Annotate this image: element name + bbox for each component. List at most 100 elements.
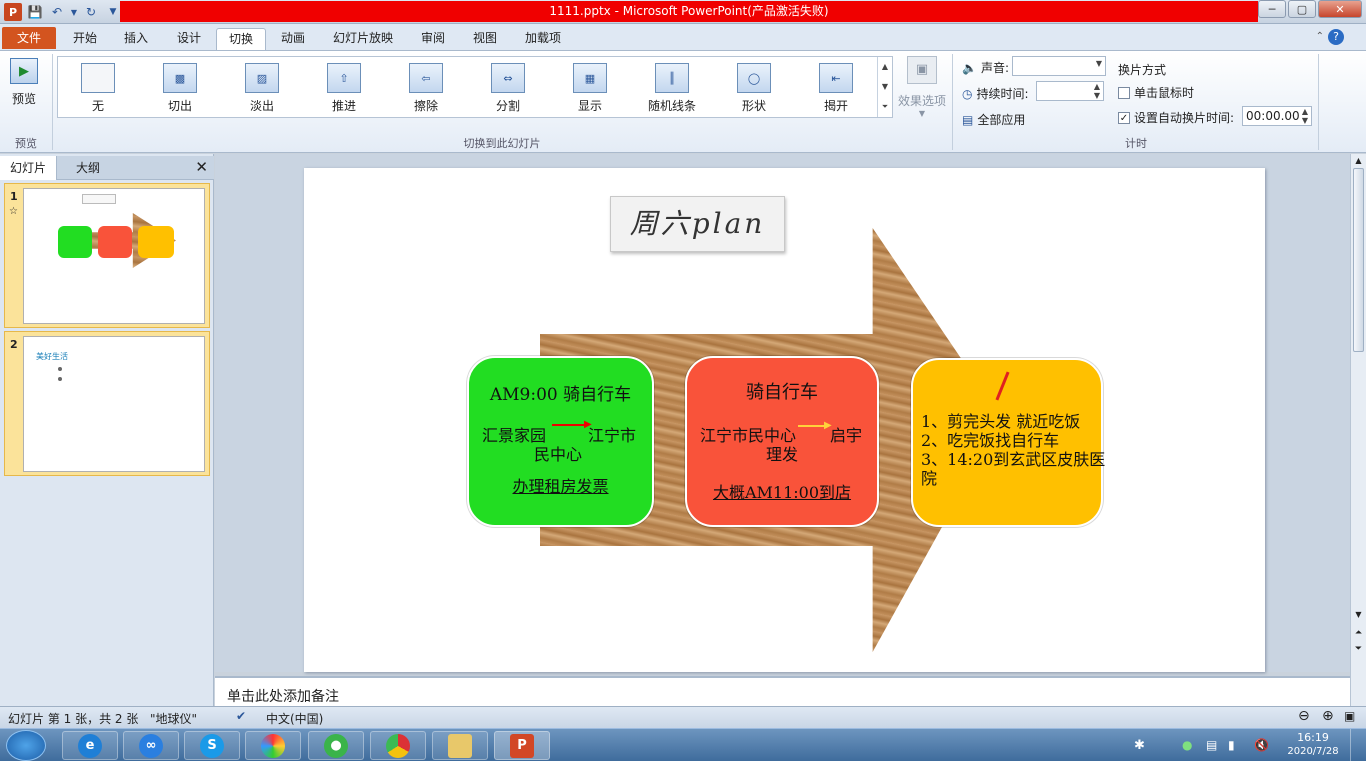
redo-icon[interactable]: ↻ <box>82 3 100 21</box>
advance-slide-title: 换片方式 <box>1118 63 1167 77</box>
effect-options-label: 效果选项 <box>897 94 946 108</box>
taskbar-explorer[interactable] <box>432 731 488 760</box>
tab-addins[interactable]: 加载项 <box>514 28 572 50</box>
volume-icon[interactable]: 🔇 <box>1254 738 1269 752</box>
transition-push[interactable]: ⇧ 推进 <box>304 57 384 117</box>
gallery-down-icon[interactable]: ▼ <box>882 82 888 91</box>
transition-none[interactable]: 无 <box>58 57 138 117</box>
auto-advance-checkbox[interactable]: ✓ <box>1118 111 1130 124</box>
tab-design[interactable]: 设计 <box>164 28 214 50</box>
taskbar-wechat[interactable]: ● <box>308 731 364 760</box>
scroll-up-icon[interactable]: ▲ <box>1351 156 1366 165</box>
auto-advance-option[interactable]: ✓ 设置自动换片时间: <box>1118 109 1234 126</box>
zoom-in-icon[interactable]: ⊕ <box>1322 708 1334 724</box>
language-indicator[interactable]: 中文(中国) <box>266 710 323 727</box>
preview-button[interactable]: ▶ 预览 <box>8 58 40 107</box>
maximize-button[interactable]: ▢ <box>1288 0 1316 18</box>
slide-thumbnail-1[interactable]: 1 ☆ <box>4 183 210 328</box>
gallery-up-icon[interactable]: ▲ <box>882 62 888 71</box>
start-button[interactable] <box>6 730 46 761</box>
taskbar-sogou[interactable]: S <box>184 731 240 760</box>
tab-view[interactable]: 视图 <box>460 28 510 50</box>
transition-reveal[interactable]: ▦ 显示 <box>550 57 630 117</box>
vertical-scrollbar[interactable]: ▲ ▼ ⏶ ⏷ <box>1350 154 1366 706</box>
close-button[interactable]: ✕ <box>1318 0 1362 18</box>
duration-spinner[interactable]: ▲ ▼ <box>1036 81 1104 101</box>
on-click-checkbox[interactable] <box>1118 86 1130 99</box>
fit-to-window-icon[interactable]: ▣ <box>1344 709 1355 723</box>
transition-wipe[interactable]: ⇦ 擦除 <box>386 57 466 117</box>
taskbar-chrome[interactable] <box>370 731 426 760</box>
theme-name: "地球仪" <box>150 712 198 726</box>
help-icon[interactable]: ? <box>1328 29 1344 45</box>
transition-fade[interactable]: ▨ 淡出 <box>222 57 302 117</box>
transition-shape-icon: ◯ <box>737 63 771 93</box>
taskbar-app-ball[interactable] <box>245 731 301 760</box>
group-divider <box>952 54 953 150</box>
bluetooth-icon[interactable]: ✱ <box>1134 738 1145 753</box>
transition-split-icon: ⇔ <box>491 63 525 93</box>
slide-thumbnail-2[interactable]: 2 美好生活 <box>4 331 210 476</box>
internet-explorer-icon: e <box>78 733 102 758</box>
taskbar-ie[interactable]: e <box>62 731 118 760</box>
tab-transitions[interactable]: 切换 <box>216 28 266 50</box>
transition-random-bars[interactable]: ║ 随机线条 <box>632 57 712 117</box>
thumbnail-image: 美好生活 <box>23 336 205 472</box>
thumbnail-number: 1 <box>10 190 18 203</box>
tab-home[interactable]: 开始 <box>60 28 110 50</box>
notes-pane[interactable]: 单击此处添加备注 <box>215 676 1350 706</box>
tab-outline[interactable]: 大纲 <box>66 156 110 180</box>
tab-animations[interactable]: 动画 <box>268 28 318 50</box>
taskbar-baidu-netdisk[interactable]: ∞ <box>123 731 179 760</box>
apply-all-button[interactable]: ▤ 全部应用 <box>962 111 1025 128</box>
on-mouse-click-option[interactable]: 单击鼠标时 <box>1118 84 1194 101</box>
powerpoint-app-icon[interactable]: P <box>4 3 22 21</box>
clipboard-tray-icon[interactable]: ▤ <box>1206 738 1217 752</box>
next-slide-icon[interactable]: ⏷ <box>1351 644 1366 654</box>
transition-none-icon <box>81 63 115 93</box>
scroll-down-icon[interactable]: ▼ <box>1351 610 1366 619</box>
network-icon[interactable]: ▮ <box>1228 738 1235 752</box>
sound-combo[interactable]: ▼ <box>1012 56 1106 76</box>
folder-icon <box>448 733 472 758</box>
clock-time[interactable]: 16:19 <box>1288 731 1338 744</box>
minimize-button[interactable]: ─ <box>1258 0 1286 18</box>
tab-review[interactable]: 审阅 <box>408 28 458 50</box>
taskbar-powerpoint[interactable]: P <box>494 731 550 760</box>
preview-icon: ▶ <box>10 58 38 84</box>
transition-uncover[interactable]: ⇤ 揭开 <box>796 57 876 117</box>
sound-dropdown-icon: ▼ <box>1095 59 1102 68</box>
undo-icon[interactable]: ↶ <box>48 3 66 21</box>
clock-date[interactable]: 2020/7/28 <box>1282 746 1344 757</box>
transition-shape[interactable]: ◯ 形状 <box>714 57 794 117</box>
transition-cut[interactable]: ▩ 切出 <box>140 57 220 117</box>
show-desktop-button[interactable] <box>1350 729 1366 761</box>
transition-split[interactable]: ⇔ 分割 <box>468 57 548 117</box>
wechat-tray-icon[interactable]: ● <box>1182 738 1192 752</box>
scroll-thumb[interactable] <box>1353 168 1364 352</box>
tab-slideshow[interactable]: 幻灯片放映 <box>322 28 404 50</box>
effect-options-button[interactable]: ▣ 效果选项 ▼ <box>896 56 948 118</box>
undo-dropdown-icon[interactable]: ▼ <box>70 3 78 21</box>
tab-file[interactable]: 文件 <box>2 27 56 49</box>
slide-canvas[interactable]: 周六plan AM9:00 骑自行车 汇景家园 ▶ 江宁市 民中心 办理租房发票… <box>304 168 1265 672</box>
spellcheck-icon[interactable]: ✔ <box>236 709 246 723</box>
minimize-ribbon-icon[interactable]: ⌃ <box>1316 31 1324 42</box>
gallery-more-icon[interactable]: ⏷ <box>882 102 888 112</box>
step3-line-3: 3、14:20到玄武区皮肤医 <box>921 450 1106 469</box>
zoom-out-icon[interactable]: ⊖ <box>1298 708 1310 724</box>
tab-slides[interactable]: 幻灯片 <box>0 156 58 180</box>
transition-gallery: 无 ▩ 切出 ▨ 淡出 ⇧ 推进 ⇦ 擦除 ⇔ 分割 ▦ 显示 ║ 随机线条 ◯ 形状 ⇤ 揭开 <box>57 56 893 118</box>
auto-advance-time-input[interactable]: 00:00.00 ▲ ▼ <box>1242 106 1312 126</box>
step1-link[interactable]: 办理租房发票 <box>467 473 654 497</box>
close-pane-icon[interactable]: ✕ <box>195 158 208 176</box>
slide-title[interactable]: 周六plan <box>610 196 785 252</box>
preview-group-label: 预览 <box>15 137 37 150</box>
previous-slide-icon[interactable]: ⏶ <box>1351 628 1366 638</box>
tab-insert[interactable]: 插入 <box>112 28 160 50</box>
step1-arrow-line <box>552 424 588 426</box>
transition-wipe-icon: ⇦ <box>409 63 443 93</box>
thumb-yellow-box <box>138 226 174 258</box>
step2-link[interactable]: 大概AM11:00到店 <box>685 479 879 503</box>
save-icon[interactable]: 💾 <box>26 3 44 21</box>
